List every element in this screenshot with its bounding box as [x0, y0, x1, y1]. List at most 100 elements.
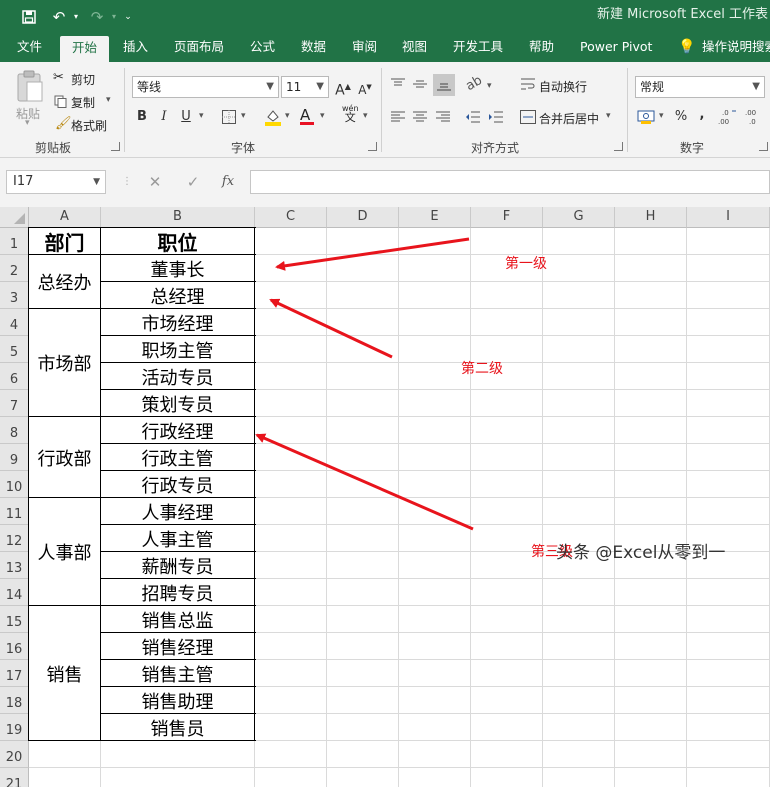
decrease-decimal-icon[interactable]: .00.0	[745, 106, 765, 129]
accounting-dropdown-icon[interactable]: ▾	[659, 111, 664, 121]
orientation-icon[interactable]: ab	[463, 73, 485, 94]
customize-quick-access-icon[interactable]: ⌄	[120, 0, 136, 34]
formula-input[interactable]	[250, 170, 770, 194]
row-header-7[interactable]: 7	[0, 390, 29, 417]
tab-view[interactable]: 视图	[402, 34, 427, 62]
percent-style-button[interactable]: %	[671, 107, 691, 127]
alignment-launcher-icon[interactable]	[614, 142, 623, 151]
row-header-14[interactable]: 14	[0, 579, 29, 606]
column-header-e[interactable]: E	[399, 207, 471, 228]
tell-me-search[interactable]: 操作说明搜索	[702, 34, 770, 62]
row-header-9[interactable]: 9	[0, 444, 29, 471]
row-header-19[interactable]: 19	[0, 714, 29, 741]
row-header-1[interactable]: 1	[0, 228, 29, 255]
copy-button[interactable]: 复制	[71, 94, 95, 111]
borders-icon[interactable]	[222, 110, 236, 127]
department-cell[interactable]: 人事部	[29, 498, 100, 605]
wrap-text-button[interactable]: 自动换行	[539, 78, 587, 95]
column-header-a[interactable]: A	[29, 207, 101, 228]
copy-dropdown-icon[interactable]: ▾	[106, 95, 111, 105]
tab-developer[interactable]: 开发工具	[453, 34, 503, 62]
name-box[interactable]: I17 ▼	[6, 170, 106, 194]
empty-cell[interactable]	[101, 768, 254, 787]
department-cell[interactable]: 行政部	[29, 417, 100, 497]
position-cell[interactable]: 行政经理	[101, 417, 254, 443]
header-cell-department[interactable]: 部门	[29, 228, 100, 254]
increase-decimal-icon[interactable]: .0.00	[718, 106, 738, 129]
clipboard-launcher-icon[interactable]	[111, 142, 120, 151]
save-icon[interactable]	[18, 0, 40, 34]
redo-icon[interactable]: ↷	[86, 0, 108, 34]
cancel-icon[interactable]: ✕	[145, 170, 165, 194]
accounting-format-icon[interactable]	[637, 109, 655, 128]
header-cell-position[interactable]: 职位	[101, 228, 254, 254]
fill-color-dropdown-icon[interactable]: ▾	[285, 111, 290, 121]
row-header-17[interactable]: 17	[0, 660, 29, 687]
number-format-select[interactable]: 常规 ▼	[635, 76, 765, 98]
align-right-icon[interactable]	[435, 110, 451, 127]
increase-font-size-icon[interactable]: A▲	[333, 77, 353, 99]
row-header-10[interactable]: 10	[0, 471, 29, 498]
row-header-18[interactable]: 18	[0, 687, 29, 714]
spreadsheet-grid[interactable]: ABCDEFGHI 1 2 3 4 5 6 7 8 9 10 11 12 13 14 15 16 17 18 19 2…	[0, 207, 770, 787]
empty-cell[interactable]	[29, 768, 100, 787]
position-cell[interactable]: 活动专员	[101, 363, 254, 389]
tab-formulas[interactable]: 公式	[250, 34, 275, 62]
position-cell[interactable]: 策划专员	[101, 390, 254, 416]
position-cell[interactable]: 销售助理	[101, 687, 254, 713]
row-header-16[interactable]: 16	[0, 633, 29, 660]
number-launcher-icon[interactable]	[759, 142, 768, 151]
align-middle-icon[interactable]	[412, 77, 428, 94]
decrease-font-size-icon[interactable]: A▼	[355, 77, 375, 97]
undo-icon[interactable]: ↶	[48, 0, 70, 34]
orientation-dropdown-icon[interactable]: ▾	[487, 81, 492, 91]
position-cell[interactable]: 招聘专员	[101, 579, 254, 605]
row-header-8[interactable]: 8	[0, 417, 29, 444]
row-header-12[interactable]: 12	[0, 525, 29, 552]
empty-cell[interactable]	[29, 741, 100, 767]
position-cell[interactable]: 销售员	[101, 714, 254, 740]
position-cell[interactable]: 行政专员	[101, 471, 254, 497]
format-painter-button[interactable]: 格式刷	[71, 117, 107, 134]
tab-help[interactable]: 帮助	[529, 34, 554, 62]
cut-button[interactable]: 剪切	[71, 71, 95, 88]
row-header-4[interactable]: 4	[0, 309, 29, 336]
tab-insert[interactable]: 插入	[123, 34, 148, 62]
borders-dropdown-icon[interactable]: ▾	[241, 111, 246, 121]
row-header-5[interactable]: 5	[0, 336, 29, 363]
align-bottom-icon[interactable]	[433, 74, 455, 96]
italic-button[interactable]: I	[154, 107, 174, 127]
row-header-6[interactable]: 6	[0, 363, 29, 390]
position-cell[interactable]: 销售总监	[101, 606, 254, 632]
tab-page-layout[interactable]: 页面布局	[174, 34, 224, 62]
department-cell[interactable]: 市场部	[29, 309, 100, 416]
align-top-icon[interactable]	[390, 77, 406, 94]
row-header-20[interactable]: 20	[0, 741, 29, 768]
merge-dropdown-icon[interactable]: ▾	[606, 111, 611, 121]
tab-data[interactable]: 数据	[301, 34, 326, 62]
row-header-13[interactable]: 13	[0, 552, 29, 579]
position-cell[interactable]: 销售经理	[101, 633, 254, 659]
paste-dropdown-icon[interactable]: ▾	[25, 118, 30, 128]
column-header-d[interactable]: D	[327, 207, 399, 228]
department-cell[interactable]: 销售	[29, 606, 100, 740]
tab-home[interactable]: 开始	[60, 36, 110, 62]
position-cell[interactable]: 人事主管	[101, 525, 254, 551]
redo-dropdown-icon[interactable]: ▾	[108, 0, 120, 34]
column-header-h[interactable]: H	[615, 207, 687, 228]
row-header-15[interactable]: 15	[0, 606, 29, 633]
font-color-dropdown-icon[interactable]: ▾	[320, 111, 325, 121]
position-cell[interactable]: 薪酬专员	[101, 552, 254, 578]
column-header-i[interactable]: I	[687, 207, 770, 228]
phonetic-dropdown-icon[interactable]: ▾	[363, 111, 368, 121]
undo-dropdown-icon[interactable]: ▾	[70, 0, 82, 34]
font-size-select[interactable]: 11 ▼	[281, 76, 329, 98]
tab-file[interactable]: 文件	[17, 34, 42, 62]
paste-icon[interactable]	[15, 70, 45, 107]
merge-center-button[interactable]: 合并后居中	[539, 110, 599, 127]
increase-indent-icon[interactable]	[488, 110, 504, 127]
font-launcher-icon[interactable]	[368, 142, 377, 151]
phonetic-guide-icon[interactable]: wén 文	[342, 104, 359, 123]
position-cell[interactable]: 行政主管	[101, 444, 254, 470]
column-header-c[interactable]: C	[255, 207, 327, 228]
